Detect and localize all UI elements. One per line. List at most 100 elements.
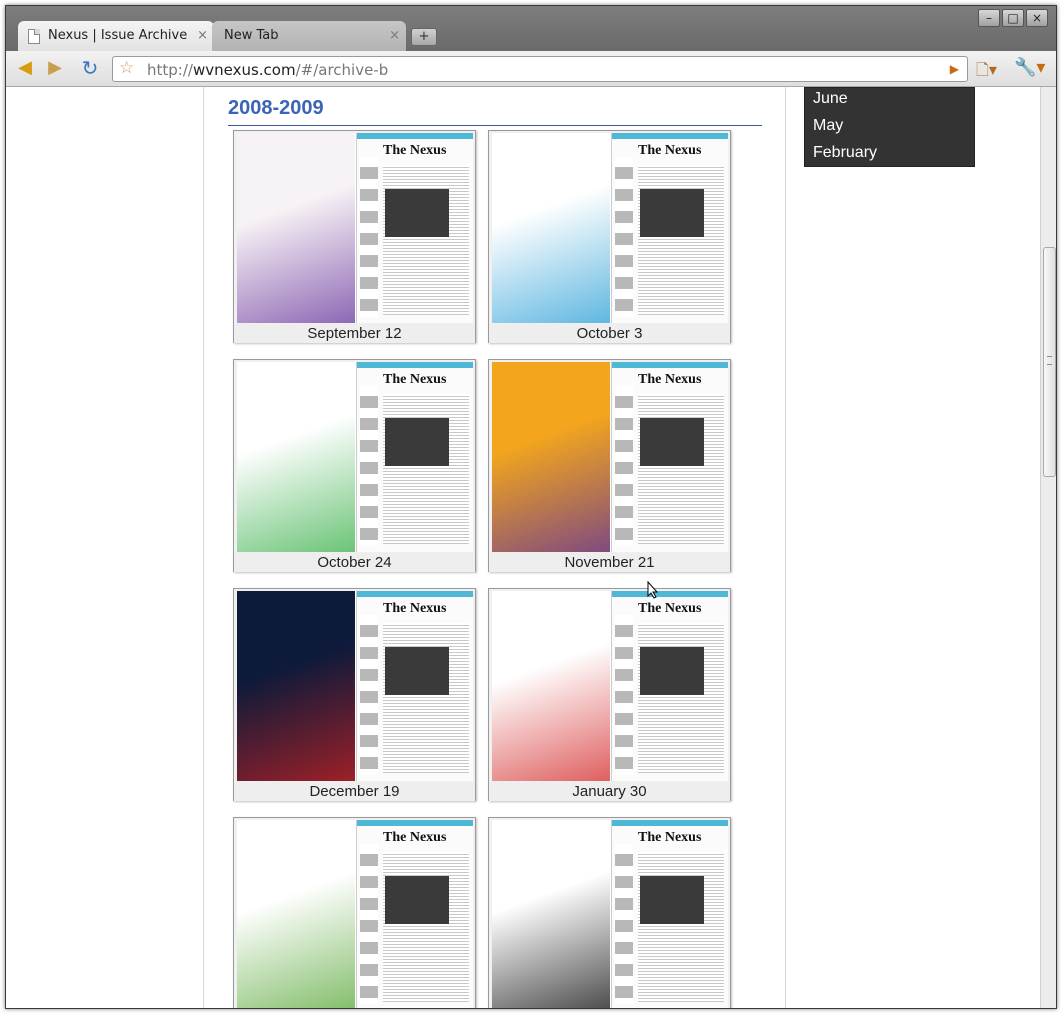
issue-card[interactable]: The Nexus September 12 [233, 130, 476, 343]
front-page-sidebar [615, 386, 633, 546]
front-page-sidebar [360, 844, 378, 1004]
cover-masthead: The Nexus [638, 372, 702, 387]
cover-masthead: The Nexus [638, 143, 702, 158]
cover-front-page: The Nexus [356, 362, 473, 552]
cover-front-page: The Nexus [611, 591, 728, 781]
issue-card[interactable]: The Nexus December 19 [233, 588, 476, 801]
front-page-banner [357, 591, 473, 597]
front-page-banner [357, 133, 473, 139]
front-page-sidebar [360, 615, 378, 775]
cover-masthead: The Nexus [638, 830, 702, 845]
go-icon[interactable]: ▶ [950, 62, 959, 76]
issue-card[interactable]: The Nexus October 24 [233, 359, 476, 572]
url-text[interactable]: http://wvnexus.com/#/archive-b [147, 61, 388, 79]
tab-title: Nexus | Issue Archive [48, 28, 188, 43]
issue-date-label[interactable]: January 30 [489, 782, 730, 801]
issue-date-label[interactable]: September 12 [234, 324, 475, 343]
year-heading: 2008-2009 [228, 97, 324, 119]
front-page-photo [640, 189, 704, 237]
cover-feature-page [237, 133, 355, 323]
front-page-photo [385, 876, 449, 924]
cover-feature-page [237, 820, 355, 1008]
front-page-sidebar [615, 157, 633, 317]
vertical-scrollbar[interactable] [1040, 87, 1056, 1008]
tab-close-icon[interactable]: × [197, 21, 208, 51]
cover-front-page: The Nexus [356, 591, 473, 781]
menu-item-may[interactable]: May [813, 117, 843, 135]
issue-cover-thumbnail[interactable]: The Nexus [492, 362, 728, 552]
front-page-text [383, 165, 469, 315]
page-icon [28, 29, 40, 44]
front-page-sidebar [360, 157, 378, 317]
issue-card[interactable]: The Nexus [488, 817, 731, 1008]
close-window-button[interactable]: × [1026, 9, 1048, 27]
issue-cover-thumbnail[interactable]: The Nexus [237, 591, 473, 781]
front-page-banner [612, 362, 728, 368]
cover-feature-page [492, 133, 610, 323]
address-bar[interactable]: ☆ http://wvnexus.com/#/archive-b ▶ [112, 56, 968, 82]
new-tab-button[interactable]: + [411, 28, 437, 46]
heading-divider [228, 125, 762, 126]
wrench-menu-icon[interactable]: 🔧▾ [1014, 57, 1045, 78]
cover-front-page: The Nexus [611, 820, 728, 1008]
mouse-cursor-icon [647, 581, 659, 599]
cover-feature-page [492, 591, 610, 781]
back-arrow-icon[interactable]: ◀ [14, 57, 36, 79]
issue-cover-thumbnail[interactable]: The Nexus [237, 362, 473, 552]
front-page-banner [612, 133, 728, 139]
front-page-photo [640, 876, 704, 924]
page-viewport: 2008-2009 The Nexus September 12 The Nexus… [6, 87, 1040, 1008]
archive-content: 2008-2009 The Nexus September 12 The Nexus… [203, 87, 786, 1008]
front-page-text [383, 852, 469, 1002]
tab-close-icon[interactable]: × [389, 21, 400, 51]
cover-front-page: The Nexus [356, 133, 473, 323]
forward-arrow-icon[interactable]: ▶ [44, 57, 66, 79]
issue-cover-thumbnail[interactable]: The Nexus [237, 133, 473, 323]
cover-front-page: The Nexus [611, 362, 728, 552]
browser-window: Nexus | Issue Archive × New Tab × + – □ … [5, 5, 1057, 1009]
issue-cover-thumbnail[interactable]: The Nexus [492, 591, 728, 781]
title-bar: Nexus | Issue Archive × New Tab × + – □ … [6, 6, 1056, 51]
front-page-sidebar [360, 386, 378, 546]
page-menu-icon[interactable]: 🗋▾ [976, 59, 997, 86]
bookmark-star-icon[interactable]: ☆ [119, 58, 134, 78]
front-page-photo [385, 418, 449, 466]
issue-card[interactable]: The Nexus [233, 817, 476, 1008]
cover-masthead: The Nexus [383, 143, 447, 158]
maximize-button[interactable]: □ [1002, 9, 1024, 27]
cover-front-page: The Nexus [356, 820, 473, 1008]
menu-item-june[interactable]: June [813, 90, 848, 108]
front-page-text [383, 623, 469, 773]
tab-title: New Tab [224, 28, 279, 43]
front-page-text [638, 623, 724, 773]
issue-cover-thumbnail[interactable]: The Nexus [492, 820, 728, 1008]
issue-card[interactable]: The Nexus January 30 [488, 588, 731, 801]
scrollbar-thumb[interactable] [1043, 247, 1056, 477]
menu-item-february[interactable]: February [813, 144, 877, 162]
tab-nexus-archive[interactable]: Nexus | Issue Archive × [18, 21, 214, 51]
front-page-photo [640, 647, 704, 695]
cover-masthead: The Nexus [638, 601, 702, 616]
cover-feature-page [237, 591, 355, 781]
issue-cover-thumbnail[interactable]: The Nexus [237, 820, 473, 1008]
issue-card[interactable]: The Nexus November 21 [488, 359, 731, 572]
front-page-sidebar [615, 615, 633, 775]
cover-masthead: The Nexus [383, 372, 447, 387]
front-page-photo [640, 418, 704, 466]
issue-card[interactable]: The Nexus October 3 [488, 130, 731, 343]
cover-feature-page [492, 820, 610, 1008]
minimize-button[interactable]: – [978, 9, 1000, 27]
front-page-banner [612, 591, 728, 597]
front-page-text [638, 165, 724, 315]
issue-date-label[interactable]: November 21 [489, 553, 730, 572]
issue-date-label[interactable]: October 3 [489, 324, 730, 343]
tab-new-tab[interactable]: New Tab × [212, 21, 406, 51]
front-page-text [638, 394, 724, 544]
front-page-text [638, 852, 724, 1002]
reload-icon[interactable]: ↻ [79, 57, 101, 79]
front-page-text [383, 394, 469, 544]
issue-date-label[interactable]: December 19 [234, 782, 475, 801]
issue-cover-thumbnail[interactable]: The Nexus [492, 133, 728, 323]
issue-date-label[interactable]: October 24 [234, 553, 475, 572]
browser-toolbar: ◀ ▶ ↻ ☆ http://wvnexus.com/#/archive-b ▶… [6, 51, 1056, 87]
